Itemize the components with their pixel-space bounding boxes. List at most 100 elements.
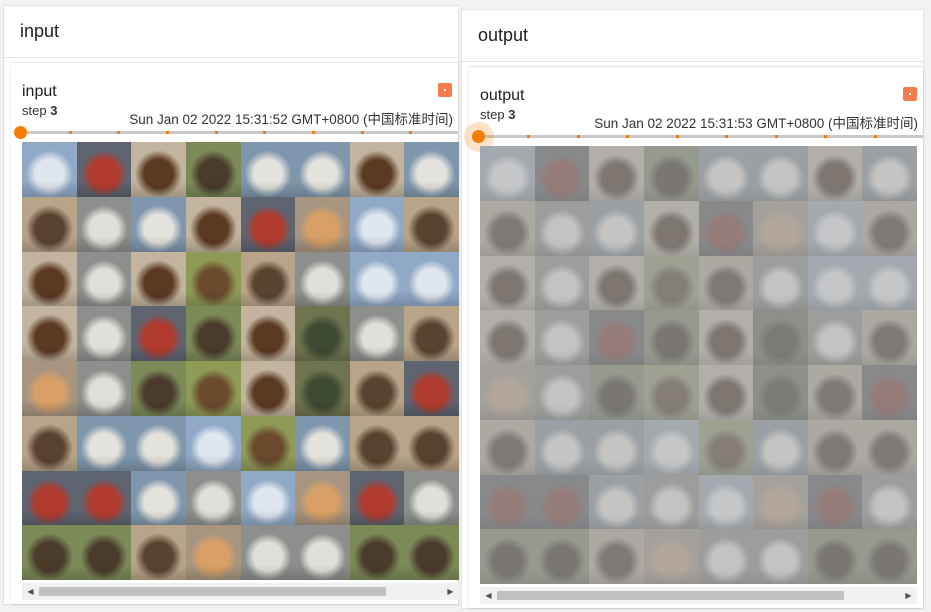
- image-tile-airplane: [349, 196, 405, 252]
- image-tile-airplane: [807, 255, 863, 311]
- image-tile-truck: [534, 200, 590, 256]
- image-tile-ship: [76, 415, 132, 471]
- image-tile-dog: [22, 196, 77, 252]
- scroll-left-icon[interactable]: ◀: [480, 587, 497, 604]
- image-grid: [480, 146, 917, 584]
- image-tile-frog: [295, 306, 350, 361]
- image-tile-truck: [76, 361, 132, 416]
- image-tile-ship: [862, 146, 917, 201]
- image-card: output step 3 Sun Jan 02 2022 15:31:53 G…: [464, 66, 923, 608]
- image-tile-truck: [295, 251, 350, 307]
- scrollbar-thumb[interactable]: [39, 587, 386, 596]
- image-tile-cat: [22, 361, 77, 416]
- image-tile-dog: [862, 310, 917, 365]
- image-tile-cat: [295, 470, 350, 526]
- image-tile-truck: [76, 251, 132, 307]
- image-tile-truck: [76, 196, 132, 252]
- image-tile-bird: [185, 142, 241, 197]
- image-tile-bird: [589, 365, 644, 420]
- image-tile-ship: [534, 419, 590, 475]
- image-tile-deer: [643, 255, 699, 311]
- image-tile-ship: [589, 419, 644, 475]
- image-tile-dog: [698, 255, 754, 311]
- image-tile-automobile: [349, 470, 405, 526]
- image-tile-deer: [240, 415, 296, 471]
- scroll-right-icon[interactable]: ▶: [900, 587, 917, 604]
- image-tile-frog: [753, 365, 808, 420]
- image-tile-dog: [589, 529, 644, 584]
- image-tile-horse: [480, 255, 535, 311]
- image-tile-automobile: [862, 365, 917, 420]
- image-tile-automobile: [404, 361, 459, 416]
- slider-track[interactable]: [478, 135, 923, 138]
- image-tile-dog: [807, 365, 863, 420]
- image-tile-automobile: [534, 474, 590, 530]
- horizontal-scrollbar[interactable]: ◀ ▶: [480, 587, 917, 604]
- image-tile-truck: [534, 310, 590, 365]
- image-tile-dog: [480, 419, 535, 475]
- image-tile-deer: [185, 251, 241, 307]
- image-tile-automobile: [480, 474, 535, 530]
- slider-track[interactable]: [20, 131, 458, 134]
- image-tile-automobile: [589, 310, 644, 365]
- image-tile-truck: [862, 474, 917, 530]
- slider-tick: [69, 131, 72, 134]
- image-tile-automobile: [76, 470, 132, 526]
- output-panel-header[interactable]: output: [462, 10, 923, 62]
- slider-thumb[interactable]: [472, 130, 485, 143]
- image-tile-horse: [131, 142, 186, 197]
- image-tile-ship: [131, 196, 186, 252]
- scroll-right-icon[interactable]: ▶: [442, 583, 459, 600]
- expand-button[interactable]: [438, 83, 452, 97]
- image-tile-truck: [349, 306, 405, 361]
- image-tile-horse: [643, 200, 699, 256]
- image-tile-truck: [295, 525, 350, 580]
- step-value: 3: [50, 103, 58, 118]
- step-slider[interactable]: [14, 125, 458, 139]
- image-tile-cat: [753, 200, 808, 256]
- image-tile-automobile: [807, 474, 863, 530]
- slider-thumb[interactable]: [14, 126, 27, 139]
- image-tile-truck: [698, 529, 754, 584]
- slider-tick: [263, 131, 266, 134]
- slider-tick: [874, 135, 877, 138]
- image-tile-cat: [643, 529, 699, 584]
- image-tile-cat: [480, 365, 535, 420]
- image-tile-airplane: [185, 415, 241, 471]
- horizontal-scrollbar[interactable]: ◀ ▶: [22, 583, 459, 600]
- image-grid: [22, 142, 459, 580]
- step-slider[interactable]: [464, 122, 923, 152]
- image-tile-deer: [185, 361, 241, 416]
- slider-tick: [577, 135, 580, 138]
- slider-tick: [361, 131, 364, 134]
- image-tile-automobile: [76, 142, 132, 197]
- expand-button[interactable]: [903, 87, 917, 101]
- image-tile-automobile: [240, 196, 296, 252]
- panel-title: output: [478, 25, 529, 45]
- image-tile-automobile: [22, 470, 77, 526]
- image-tile-bird: [404, 525, 459, 580]
- scrollbar-thumb[interactable]: [497, 591, 844, 600]
- image-tile-automobile: [698, 200, 754, 256]
- image-tile-bird: [131, 361, 186, 416]
- input-panel: input input step 3 Sun Jan 02 2022 15:31…: [3, 5, 459, 605]
- image-tile-airplane: [643, 419, 699, 475]
- image-tile-automobile: [534, 146, 590, 201]
- image-tile-bird: [807, 529, 863, 584]
- image-tile-bird: [534, 529, 590, 584]
- scroll-left-icon[interactable]: ◀: [22, 583, 39, 600]
- image-tile-frog: [753, 310, 808, 365]
- slider-tick: [527, 135, 530, 138]
- image-tile-truck: [807, 310, 863, 365]
- image-tile-truck: [76, 306, 132, 361]
- image-tile-horse: [589, 146, 644, 201]
- slider-tick: [824, 135, 827, 138]
- input-panel-header[interactable]: input: [4, 6, 458, 58]
- panel-title: input: [20, 21, 60, 41]
- image-tile-ship: [404, 142, 459, 197]
- image-tile-frog: [295, 361, 350, 416]
- image-tile-horse: [185, 196, 241, 252]
- slider-tick: [166, 131, 169, 134]
- image-tile-truck: [753, 255, 808, 311]
- image-tile-truck: [643, 474, 699, 530]
